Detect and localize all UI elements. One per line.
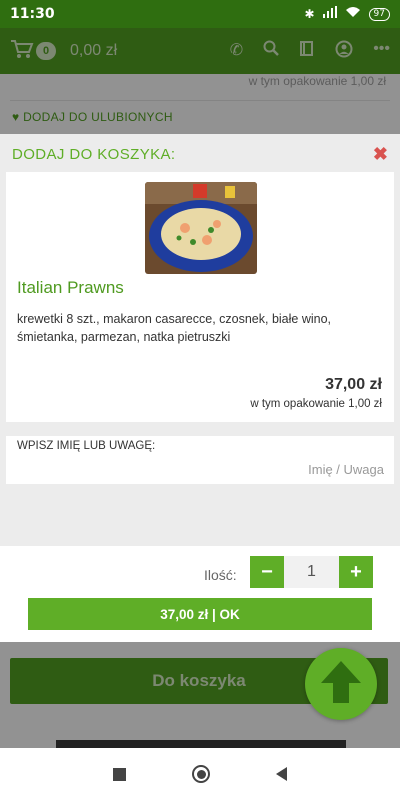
confirm-ok-button[interactable]: 37,00 zł | OK xyxy=(28,598,372,630)
product-price: 37,00 zł xyxy=(325,376,382,393)
note-card: WPISZ IMIĘ LUB UWAGĘ: xyxy=(6,436,394,484)
scroll-top-button[interactable] xyxy=(305,648,377,720)
product-image xyxy=(145,182,257,274)
system-nav-bar xyxy=(0,748,400,800)
close-icon[interactable]: ✖ xyxy=(373,144,388,165)
signal-icon xyxy=(322,6,337,22)
note-input[interactable] xyxy=(134,458,384,480)
quantity-value[interactable]: 1 xyxy=(284,556,339,588)
bluetooth-icon: ✱ xyxy=(304,7,315,21)
packaging-note: w tym opakowanie 1,00 zł xyxy=(250,398,382,410)
modal-title: DODAJ DO KOSZYKA: xyxy=(12,145,176,163)
quantity-increase-button[interactable]: + xyxy=(339,556,373,588)
status-time: 11:30 xyxy=(10,6,55,22)
status-bar: 11:30 ✱ 97 xyxy=(0,0,400,28)
battery-indicator: 97 xyxy=(368,7,390,21)
arrow-up-icon xyxy=(319,659,363,710)
note-label: WPISZ IMIĘ LUB UWAGĘ: xyxy=(17,440,156,452)
modal-header: DODAJ DO KOSZYKA: ✖ xyxy=(0,134,400,174)
recent-apps-icon[interactable] xyxy=(113,767,126,781)
back-icon[interactable] xyxy=(276,767,287,781)
add-to-cart-modal: DODAJ DO KOSZYKA: ✖ Italian Prawns krewe… xyxy=(0,134,400,642)
quantity-decrease-button[interactable]: − xyxy=(250,556,284,588)
product-description: krewetki 8 szt., makaron casarecce, czos… xyxy=(17,312,332,344)
modal-footer: Ilość: − 1 + 37,00 zł | OK xyxy=(0,546,400,642)
product-card: Italian Prawns krewetki 8 szt., makaron … xyxy=(6,172,394,422)
quantity-label: Ilość: xyxy=(204,567,237,583)
wifi-icon xyxy=(345,6,361,22)
home-icon[interactable] xyxy=(192,765,210,783)
product-name: Italian Prawns xyxy=(17,278,124,297)
